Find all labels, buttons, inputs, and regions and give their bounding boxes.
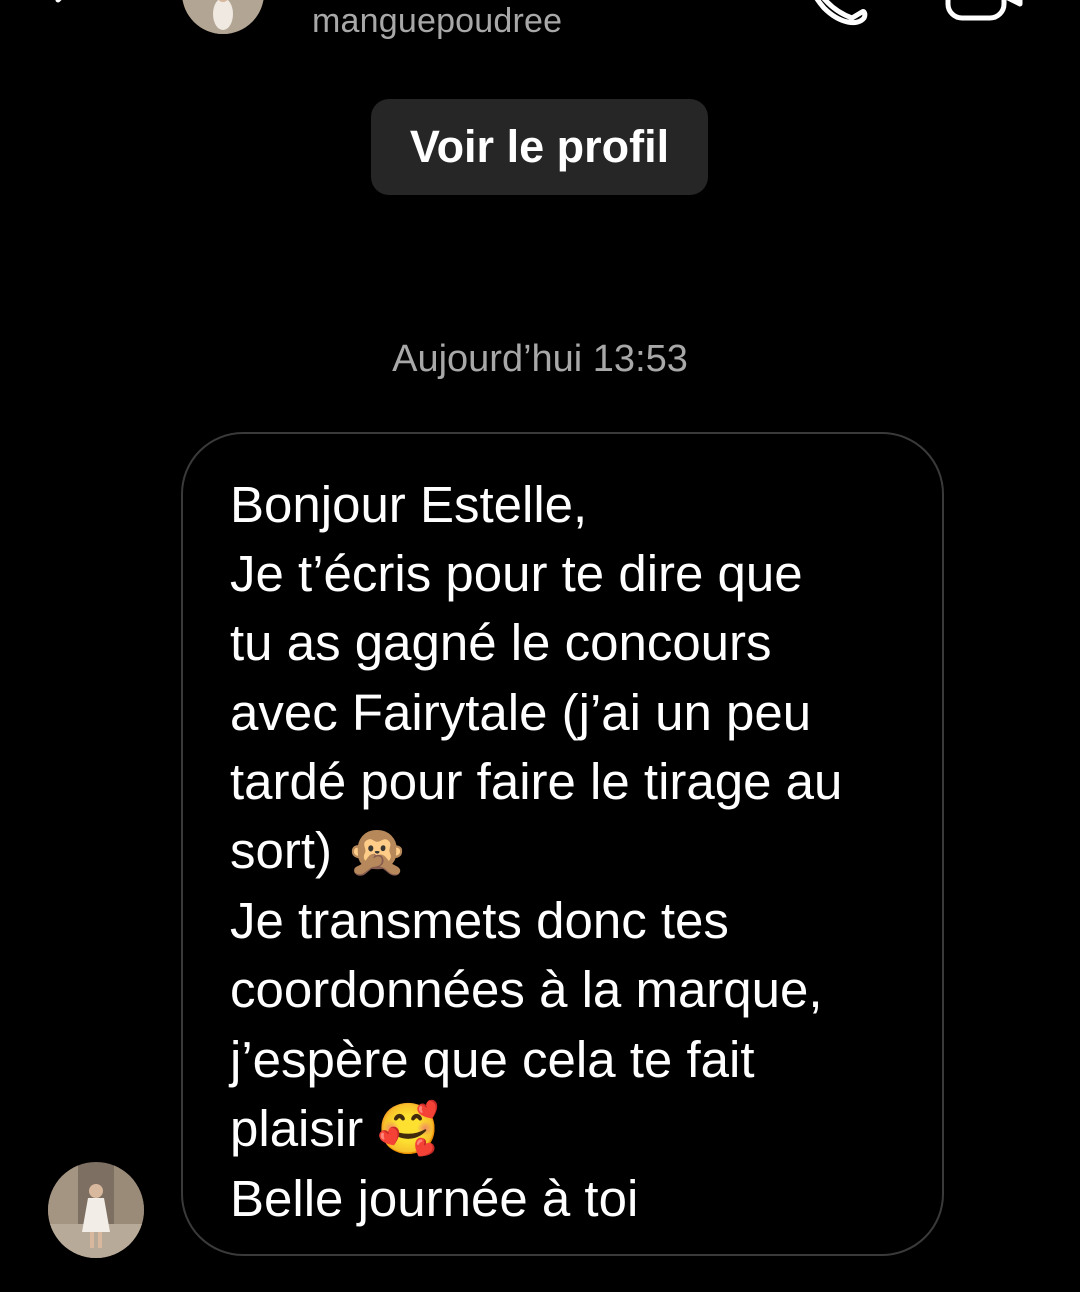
phone-icon[interactable] bbox=[806, 0, 870, 26]
message-line: Bonjour Estelle, bbox=[230, 476, 588, 533]
video-camera-icon[interactable] bbox=[940, 0, 1030, 24]
message-line: Je transmets donc tes bbox=[230, 892, 729, 950]
message-line: coordonnées à la marque, bbox=[230, 961, 823, 1019]
message-line-with-emoji: plaisir 🥰 bbox=[230, 1094, 922, 1164]
message-line: Je t’écris pour te dire que bbox=[230, 545, 803, 603]
message-timestamp: Aujourd’hui 13:53 bbox=[392, 338, 688, 380]
view-profile-button[interactable]: Voir le profil bbox=[371, 99, 708, 195]
message-line: Belle journée à toi bbox=[230, 1170, 639, 1228]
speak-no-evil-monkey-emoji: 🙊 bbox=[346, 822, 409, 881]
message-line: avec Fairytale (j’ai un peu bbox=[230, 683, 812, 741]
chevron-left-icon[interactable] bbox=[46, 0, 86, 20]
message-line: j’espère que cela te fait bbox=[230, 1030, 755, 1088]
message-line-text: sort) bbox=[230, 822, 332, 880]
chat-header: manguepoudree bbox=[0, 0, 1080, 70]
message-bubble[interactable]: Bonjour Estelle, Je t’écris pour te dire… bbox=[181, 432, 944, 1256]
smiling-face-with-hearts-emoji: 🥰 bbox=[377, 1099, 440, 1158]
message-line-with-emoji: sort) 🙊 bbox=[230, 816, 922, 886]
header-username[interactable]: manguepoudree bbox=[312, 2, 562, 41]
message-line-text: plaisir bbox=[230, 1099, 364, 1157]
message-line: tardé pour faire le tirage au bbox=[230, 752, 843, 810]
sender-avatar[interactable] bbox=[48, 1162, 144, 1258]
header-avatar[interactable] bbox=[182, 0, 264, 34]
message-line: tu as gagné le concours bbox=[230, 614, 772, 672]
